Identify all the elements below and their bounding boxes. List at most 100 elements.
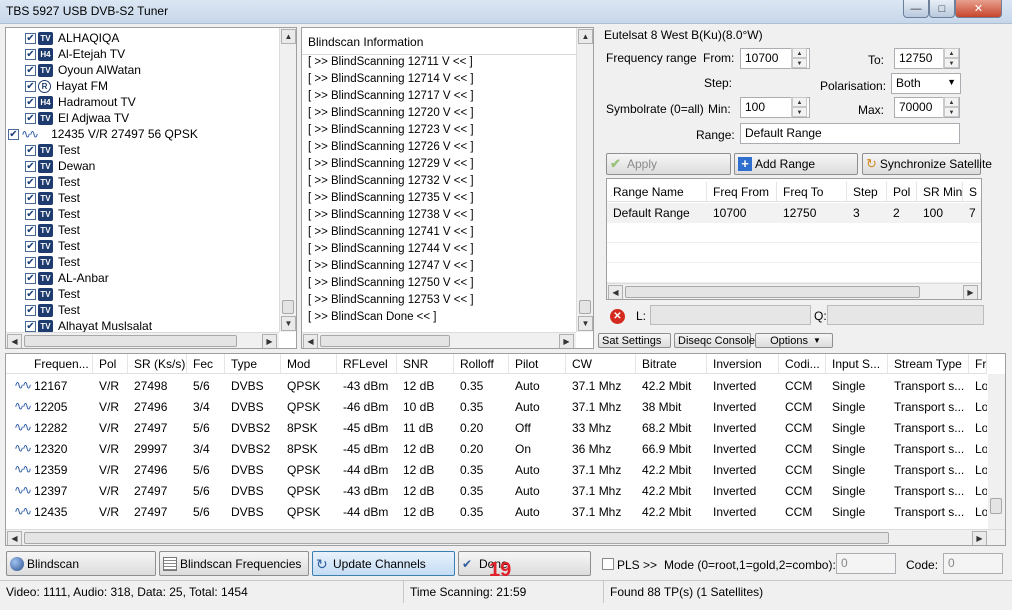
transponder-results-table[interactable]: Frequen... Pol SR (Ks/s) Fec Type Mod RFLevel S…	[5, 353, 1006, 546]
scroll-thumb[interactable]	[24, 335, 237, 347]
checkbox-checked-icon[interactable]: ✔	[25, 192, 36, 204]
scroll-up-icon[interactable]: ▲	[578, 29, 593, 44]
scroll-up-icon[interactable]: ▲	[281, 29, 296, 44]
update-channels-button[interactable]: ↻ Update Channels	[312, 551, 455, 576]
channel-tree-item[interactable]: ✔ TV Test	[25, 174, 80, 190]
results-column-header[interactable]: RFLevel	[337, 354, 397, 374]
table-row[interactable]: ∿∿ 12359 V/R 27496 5/6 DVBS QPSK -44 dBm 12 dB 0.…	[6, 459, 987, 480]
channel-tree-item[interactable]: ✔ TV Test	[25, 222, 80, 238]
spin-down-icon[interactable]: ▼	[944, 107, 959, 117]
channel-tree-item[interactable]: ✔ TV Test	[25, 302, 80, 318]
checkbox-checked-icon[interactable]: ✔	[25, 256, 36, 268]
table-row[interactable]: ∿∿ 12320 V/R 29997 3/4 DVBS2 8PSK -45 dBm 12 dB 0…	[6, 438, 987, 459]
range-column-header[interactable]: Freq From	[707, 182, 777, 202]
synchronize-satellite-button[interactable]: ↻ Synchronize Satellite	[862, 153, 992, 175]
results-column-header[interactable]: Pilot	[509, 354, 566, 374]
checkbox-checked-icon[interactable]: ✔	[8, 128, 19, 140]
scroll-thumb[interactable]	[320, 335, 450, 347]
spin-up-icon[interactable]: ▲	[944, 48, 959, 58]
scroll-left-icon[interactable]: ◀	[7, 531, 22, 545]
channel-tree-item[interactable]: ✔ TV El Adjwaa TV	[25, 110, 129, 126]
channel-tree-item[interactable]: ✔ TV Test	[25, 238, 80, 254]
range-column-header[interactable]: S	[963, 182, 981, 202]
apply-button[interactable]: ✔ Apply	[606, 153, 731, 175]
results-column-header[interactable]: Pol	[93, 354, 128, 374]
blindscan-info-panel[interactable]: Blindscan Information [ >> BlindScanning…	[301, 27, 594, 349]
scroll-down-icon[interactable]: ▼	[281, 316, 296, 331]
results-column-header[interactable]: SNR	[397, 354, 454, 374]
results-column-header[interactable]: Codi...	[779, 354, 826, 374]
min-spinner[interactable]: ▲ ▼	[791, 97, 807, 118]
range-table[interactable]: Range Name Freq From Freq To Step Pol SR Min S…	[606, 178, 982, 300]
spin-up-icon[interactable]: ▲	[792, 48, 807, 58]
table-row[interactable]: ∿∿ 12205 V/R 27496 3/4 DVBS QPSK -46 dBm 10 dB 0.…	[6, 396, 987, 417]
scroll-down-icon[interactable]: ▼	[578, 316, 593, 331]
checkbox-checked-icon[interactable]: ✔	[25, 320, 36, 332]
checkbox-checked-icon[interactable]: ✔	[25, 80, 36, 92]
channel-tree[interactable]: ✔ TV ALHAQIQA ✔ H4 Al-Etejah TV ✔ TV Oyoun AlWat…	[5, 27, 297, 349]
results-column-header[interactable]: Input S...	[826, 354, 888, 374]
range-column-header[interactable]: Pol	[887, 182, 917, 202]
results-vertical-scrollbar[interactable]	[988, 374, 1005, 529]
checkbox-checked-icon[interactable]: ✔	[25, 144, 36, 156]
results-column-header[interactable]: Rolloff	[454, 354, 509, 374]
channel-tree-item[interactable]: ✔ TV AL-Anbar	[25, 270, 109, 286]
results-column-header[interactable]: Mod	[281, 354, 337, 374]
table-row[interactable]: ∿∿ 12167 V/R 27498 5/6 DVBS QPSK -43 dBm 12 dB 0.…	[6, 375, 987, 396]
results-horizontal-scrollbar[interactable]: ◀ ▶	[6, 529, 1005, 545]
spin-down-icon[interactable]: ▼	[792, 107, 807, 117]
results-column-header[interactable]: SR (Ks/s)	[128, 354, 187, 374]
checkbox-checked-icon[interactable]: ✔	[25, 32, 36, 44]
checkbox-checked-icon[interactable]: ✔	[25, 288, 36, 300]
checkbox-checked-icon[interactable]: ✔	[25, 272, 36, 284]
results-column-header[interactable]: Type	[225, 354, 281, 374]
from-spinner[interactable]: ▲ ▼	[791, 48, 807, 69]
range-column-header[interactable]: SR Min	[917, 182, 963, 202]
range-column-header[interactable]: Step	[847, 182, 887, 202]
options-button[interactable]: Options ▼	[755, 333, 833, 348]
checkbox-checked-icon[interactable]: ✔	[25, 176, 36, 188]
checkbox-checked-icon[interactable]: ✔	[25, 224, 36, 236]
results-column-header[interactable]: Bitrate	[636, 354, 707, 374]
checkbox-checked-icon[interactable]: ✔	[25, 112, 36, 124]
channel-tree-item[interactable]: ✔ TV Dewan	[25, 158, 95, 174]
range-column-header[interactable]: Freq To	[777, 182, 847, 202]
close-button[interactable]: ✕	[955, 0, 1002, 18]
table-row[interactable]: ∿∿ 12282 V/R 27497 5/6 DVBS2 8PSK -45 dBm 11 dB 0…	[6, 417, 987, 438]
pls-checkbox[interactable]	[602, 558, 614, 570]
sat-settings-button[interactable]: Sat Settings	[598, 333, 671, 348]
range-horizontal-scrollbar[interactable]: ◀ ▶	[607, 283, 981, 299]
scroll-right-icon[interactable]: ▶	[262, 334, 277, 348]
checkbox-checked-icon[interactable]: ✔	[25, 240, 36, 252]
channel-tree-item[interactable]: ✔ TV Test	[25, 254, 80, 270]
done-button[interactable]: ✔ Done	[458, 551, 591, 576]
minimize-button[interactable]: —	[903, 0, 929, 18]
results-column-header[interactable]: Inversion	[707, 354, 779, 374]
table-row[interactable]: ∿∿ 12397 V/R 27497 5/6 DVBS QPSK -43 dBm 12 dB 0.…	[6, 480, 987, 501]
blindscan-frequencies-button[interactable]: Blindscan Frequencies	[159, 551, 309, 576]
channel-tree-item[interactable]: ✔ ∿∿ 12435 V/R 27497 56 QPSK	[8, 126, 198, 142]
checkbox-checked-icon[interactable]: ✔	[25, 48, 36, 60]
scroll-thumb[interactable]	[282, 300, 294, 314]
scroll-left-icon[interactable]: ◀	[303, 334, 318, 348]
channel-tree-item[interactable]: ✔ H4 Hadramout TV	[25, 94, 136, 110]
spin-down-icon[interactable]: ▼	[792, 58, 807, 68]
scroll-thumb[interactable]	[24, 532, 889, 544]
results-column-header[interactable]: Frequen...	[6, 354, 93, 374]
scroll-left-icon[interactable]: ◀	[7, 334, 22, 348]
scroll-thumb[interactable]	[579, 300, 591, 314]
add-range-button[interactable]: + Add Range	[734, 153, 858, 175]
channel-tree-item[interactable]: ✔ TV Test	[25, 142, 80, 158]
spin-up-icon[interactable]: ▲	[944, 97, 959, 107]
blindscan-button[interactable]: Blindscan	[6, 551, 156, 576]
diseqc-console-button[interactable]: Diseqc Console	[674, 333, 755, 348]
range-column-header[interactable]: Range Name	[607, 182, 707, 202]
table-row[interactable]: ∿∿ 12435 V/R 27497 5/6 DVBS QPSK -44 dBm 12 dB 0.…	[6, 501, 987, 522]
channel-tree-item[interactable]: ✔ H4 Al-Etejah TV	[25, 46, 125, 62]
range-row[interactable]: Default Range 10700 12750 3 2 100 7	[607, 203, 981, 223]
range-field[interactable]: Default Range	[740, 123, 960, 144]
results-column-header[interactable]: CW	[566, 354, 636, 374]
scroll-thumb[interactable]	[625, 286, 920, 298]
channel-tree-item[interactable]: ✔ TV ALHAQIQA	[25, 30, 119, 46]
scroll-right-icon[interactable]: ▶	[559, 334, 574, 348]
